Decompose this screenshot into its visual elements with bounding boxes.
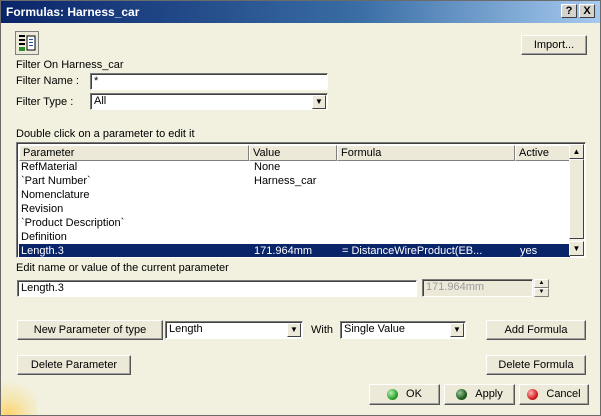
delete-formula-button[interactable]: Delete Formula: [486, 355, 586, 375]
cell-parameter: `Product Description`: [21, 217, 125, 229]
filter-name-input[interactable]: *: [90, 73, 328, 90]
cell-parameter: Definition: [21, 231, 67, 243]
with-value: Single Value: [344, 323, 405, 335]
apply-icon: [456, 388, 468, 400]
with-select[interactable]: Single Value ▼: [340, 321, 466, 339]
spin-up-icon[interactable]: ▲: [534, 279, 549, 288]
scroll-up-icon[interactable]: ▲: [569, 144, 584, 159]
cell-parameter: Nomenclature: [21, 189, 90, 201]
table-row[interactable]: Revision: [19, 202, 570, 216]
table-row[interactable]: RefMaterial None: [19, 160, 570, 174]
filter-type-select[interactable]: All ▼: [90, 93, 328, 110]
scroll-down-icon[interactable]: ▼: [569, 241, 584, 256]
window-title: Formulas: Harness_car: [6, 5, 140, 19]
dropdown-arrow-icon[interactable]: ▼: [450, 323, 464, 337]
edit-name-input[interactable]: Length.3: [17, 280, 417, 297]
help-button[interactable]: ?: [561, 4, 577, 18]
column-header-active[interactable]: Active: [515, 145, 570, 161]
table-row[interactable]: Definition: [19, 230, 570, 244]
cancel-label: Cancel: [546, 388, 581, 400]
cell-value: 171.964mm: [254, 245, 313, 257]
formula-filter-icon-button[interactable]: [15, 31, 39, 55]
dropdown-arrow-icon[interactable]: ▼: [312, 95, 326, 109]
column-header-formula[interactable]: Formula: [337, 145, 515, 161]
column-header-parameter[interactable]: Parameter: [19, 145, 249, 161]
new-parameter-button[interactable]: New Parameter of type: [17, 320, 163, 340]
import-button[interactable]: Import...: [521, 35, 587, 55]
table-vertical-scrollbar[interactable]: ▲ ▼: [569, 144, 584, 256]
table-row[interactable]: `Part Number` Harness_car: [19, 174, 570, 188]
title-bar: Formulas: Harness_car ? X: [1, 1, 600, 23]
scroll-thumb[interactable]: [569, 159, 584, 239]
parameter-type-value: Length: [169, 323, 203, 335]
cell-parameter: RefMaterial: [21, 161, 78, 173]
cell-parameter: Revision: [21, 203, 64, 215]
apply-label: Apply: [475, 388, 503, 400]
table-row[interactable]: Nomenclature: [19, 188, 570, 202]
delete-parameter-button[interactable]: Delete Parameter: [17, 355, 131, 375]
ok-label: OK: [406, 388, 422, 400]
cell-active: yes: [520, 245, 538, 257]
add-formula-button[interactable]: Add Formula: [486, 320, 586, 340]
table-row[interactable]: `Product Description`: [19, 216, 570, 230]
cell-formula: = DistanceWireProduct(EB...: [342, 245, 483, 257]
formulas-dialog: Formulas: Harness_car ? X Import... Filt…: [0, 0, 601, 416]
parameters-table[interactable]: Parameter Value Formula Active RefMateri…: [16, 142, 586, 258]
cancel-button[interactable]: Cancel: [519, 384, 589, 405]
edit-value-input: 171.964mm: [422, 279, 533, 297]
with-label: With: [311, 324, 333, 336]
cancel-icon: [527, 388, 539, 400]
filter-type-value: All: [94, 95, 107, 107]
help-icon: ?: [565, 5, 573, 17]
filter-heading: Filter On Harness_car: [16, 59, 124, 71]
parameter-type-select[interactable]: Length ▼: [165, 321, 303, 339]
table-instruction: Double click on a parameter to edit it: [16, 128, 195, 140]
apply-button[interactable]: Apply: [444, 384, 515, 405]
edit-label: Edit name or value of the current parame…: [16, 262, 229, 274]
corner-logo-decoration: [1, 375, 37, 415]
column-header-value[interactable]: Value: [249, 145, 337, 161]
dropdown-arrow-icon[interactable]: ▼: [287, 323, 301, 337]
cell-parameter: Length.3: [21, 245, 64, 257]
cell-parameter: `Part Number`: [21, 175, 91, 187]
filter-name-label: Filter Name :: [16, 75, 79, 87]
table-row-selected[interactable]: Length.3 171.964mm = DistanceWireProduct…: [19, 244, 570, 257]
close-button[interactable]: X: [579, 4, 595, 18]
cell-value: None: [254, 161, 281, 173]
spin-down-icon[interactable]: ▼: [534, 288, 549, 297]
ok-icon: [387, 388, 399, 400]
filter-type-label: Filter Type :: [16, 96, 74, 108]
close-icon: X: [583, 5, 591, 17]
cell-value: Harness_car: [254, 175, 317, 187]
ok-button[interactable]: OK: [369, 384, 440, 405]
formula-filter-icon: [19, 35, 36, 51]
